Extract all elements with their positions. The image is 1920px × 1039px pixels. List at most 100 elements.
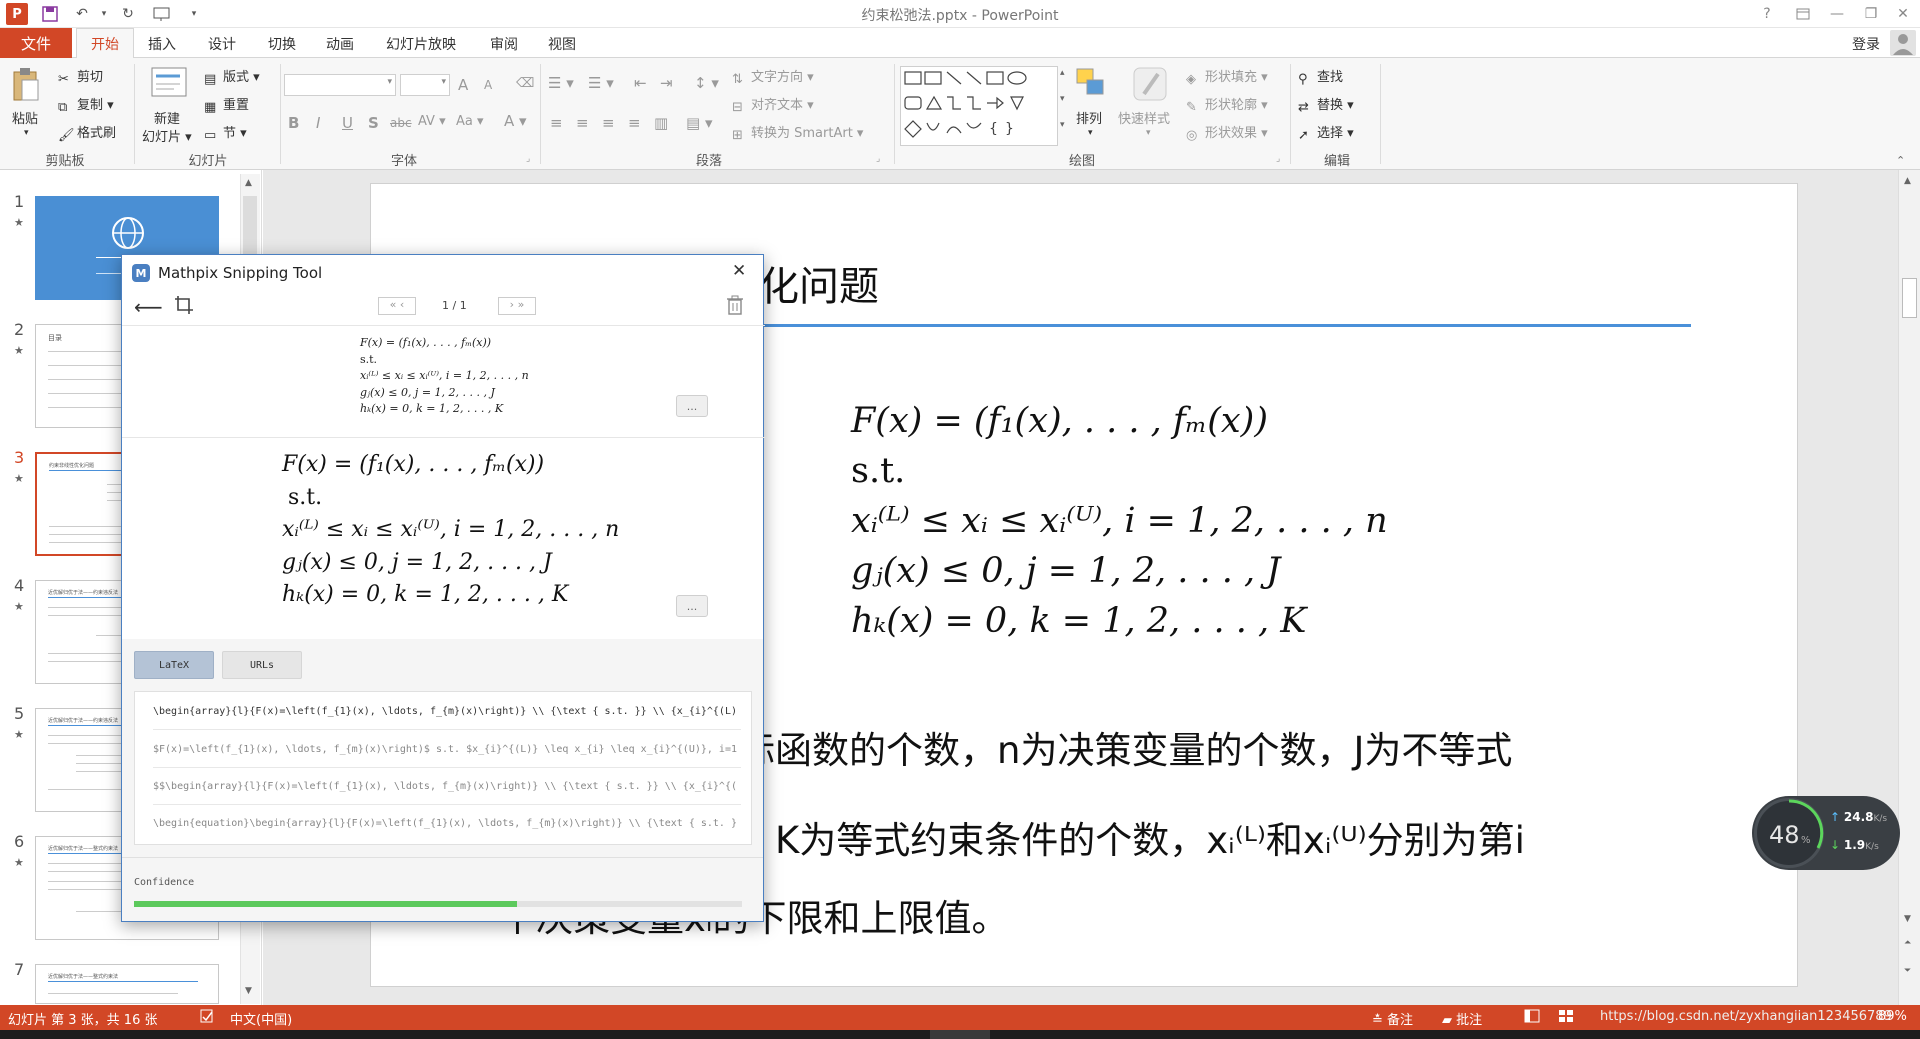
tab-insert[interactable]: 插入	[148, 34, 176, 54]
section-button[interactable]: ▭ 节 ▾	[204, 122, 247, 143]
notes-button[interactable]: ≛ 备注	[1372, 1009, 1413, 1028]
editor-scrollbar[interactable]: ▲ ▼ ⏶ ⏷	[1898, 170, 1920, 1005]
shape-effects-button[interactable]: ◎ 形状效果 ▾	[1186, 122, 1268, 143]
new-slide-icon[interactable]	[150, 66, 188, 104]
shapes-scroll-up-icon[interactable]: ▴	[1060, 68, 1065, 78]
underline-button[interactable]: U	[342, 114, 353, 132]
align-center-icon[interactable]: ≡	[576, 114, 589, 132]
align-right-icon[interactable]: ≡	[602, 114, 615, 132]
previous-slide-icon[interactable]: ⏶	[1904, 938, 1911, 948]
align-left-icon[interactable]: ≡	[550, 114, 563, 132]
close-window-icon[interactable]: ✕	[1888, 2, 1918, 26]
tab-latex[interactable]: LaTeX	[134, 651, 214, 679]
shape-outline-button[interactable]: ✎ 形状轮廓 ▾	[1186, 94, 1268, 115]
copy-button[interactable]: ⧉ 复制 ▾	[58, 94, 114, 115]
network-speed-widget[interactable]: 48 % ↑ 24.8K/s ↓ 1.9K/s	[1752, 796, 1900, 870]
quick-styles-button[interactable]: 快速样式	[1118, 108, 1170, 127]
slide-thumbnail-7[interactable]: 近优解归优于法——整式约束法	[35, 964, 219, 1004]
clear-formatting-icon[interactable]: ⌫	[516, 76, 534, 91]
arrange-dropdown-icon[interactable]: ▾	[1088, 128, 1093, 138]
latex-option[interactable]: \begin{equation}\begin{array}{l}{F(x)=\l…	[153, 806, 741, 842]
first-page-icon[interactable]: « ‹	[378, 297, 416, 315]
tab-slideshow[interactable]: 幻灯片放映	[386, 34, 456, 54]
slide-sorter-icon[interactable]	[1558, 1009, 1574, 1027]
tab-view[interactable]: 视图	[548, 34, 576, 54]
text-direction-button[interactable]: ⇅ 文字方向 ▾	[732, 66, 814, 87]
layout-button[interactable]: ▤ 版式 ▾	[204, 66, 260, 87]
taskbar-item[interactable]	[930, 1030, 990, 1039]
character-spacing-button[interactable]: AV ▾	[418, 114, 446, 129]
paste-dropdown-icon[interactable]: ▾	[24, 128, 29, 138]
find-button[interactable]: ⚲ 查找	[1298, 66, 1343, 87]
tab-review[interactable]: 审阅	[490, 34, 518, 54]
distributed-icon[interactable]: ▥	[654, 114, 668, 132]
slide-formula[interactable]: F(x) = (f₁(x), . . . , fₘ(x)) s.t. xᵢ⁽ᴸ⁾…	[851, 396, 1388, 646]
tab-home[interactable]: 开始	[76, 28, 134, 59]
scroll-up-icon[interactable]: ▲	[245, 178, 252, 188]
slide-body-line[interactable]: 数，K为等式约束条件的个数，xᵢ⁽ᴸ⁾和xᵢ⁽ᵁ⁾分别为第i	[701, 810, 1525, 864]
shrink-font-button[interactable]: A	[484, 78, 492, 92]
avatar[interactable]	[1890, 30, 1916, 56]
strikethrough-button[interactable]: abc	[390, 116, 412, 130]
tab-file[interactable]: 文件	[0, 28, 72, 58]
last-page-icon[interactable]: › »	[498, 297, 536, 315]
scroll-down-icon[interactable]: ▼	[1904, 914, 1911, 924]
more-options-button[interactable]: ...	[676, 595, 708, 617]
numbering-icon[interactable]: ☰ ▾	[588, 74, 614, 92]
latex-option[interactable]: \begin{array}{l}{F(x)=\left(f_{1}(x), \l…	[153, 694, 741, 730]
cut-button[interactable]: ✂ 剪切	[58, 66, 103, 87]
comments-button[interactable]: ▰ 批注	[1442, 1009, 1482, 1028]
shapes-scroll-down-icon[interactable]: ▾	[1060, 94, 1065, 104]
columns-icon[interactable]: ▤ ▾	[686, 114, 712, 132]
grow-font-button[interactable]: A	[458, 76, 468, 94]
tab-design[interactable]: 设计	[208, 34, 236, 54]
restore-icon[interactable]: ❐	[1856, 2, 1886, 26]
arrange-button[interactable]: 排列	[1076, 108, 1102, 127]
collapse-ribbon-icon[interactable]: ⌃	[1896, 154, 1905, 167]
font-color-button[interactable]: A ▾	[504, 112, 527, 130]
tab-transitions[interactable]: 切换	[268, 34, 296, 54]
tab-urls[interactable]: URLs	[222, 651, 302, 679]
bullets-icon[interactable]: ☰ ▾	[548, 74, 574, 92]
increase-indent-icon[interactable]: ⇥	[660, 74, 673, 92]
quick-styles-icon[interactable]	[1130, 64, 1170, 108]
shadow-button[interactable]: S	[368, 114, 379, 132]
italic-button[interactable]: I	[316, 114, 320, 132]
normal-view-icon[interactable]	[1524, 1009, 1540, 1027]
justify-icon[interactable]: ≡	[628, 114, 641, 132]
font-dialog-launcher-icon[interactable]: ⌟	[526, 154, 530, 164]
scroll-down-icon[interactable]: ▼	[245, 986, 252, 996]
shapes-more-icon[interactable]: ▾	[1060, 120, 1065, 130]
paste-icon[interactable]	[10, 66, 46, 106]
bold-button[interactable]: B	[288, 114, 299, 132]
font-family-select[interactable]: ▾	[284, 74, 396, 96]
back-arrow-icon[interactable]: ⟵	[134, 295, 163, 319]
select-button[interactable]: ➚ 选择 ▾	[1298, 122, 1354, 143]
zoom-level[interactable]: 89%	[1878, 1009, 1907, 1024]
new-slide-button[interactable]: 新建	[154, 108, 180, 127]
decrease-indent-icon[interactable]: ⇤	[634, 74, 647, 92]
close-icon[interactable]: ✕	[732, 261, 746, 281]
tab-animations[interactable]: 动画	[326, 34, 354, 54]
line-spacing-icon[interactable]: ↕ ▾	[694, 74, 719, 92]
shapes-gallery[interactable]: {}	[900, 66, 1058, 146]
reset-button[interactable]: ▦ 重置	[204, 94, 249, 115]
paragraph-dialog-launcher-icon[interactable]: ⌟	[876, 154, 880, 164]
slide-body-line[interactable]: 目标函数的个数，n为决策变量的个数，J为不等式	[701, 720, 1512, 774]
shape-fill-button[interactable]: ◈ 形状填充 ▾	[1186, 66, 1268, 87]
quick-styles-dropdown-icon[interactable]: ▾	[1146, 128, 1151, 138]
sign-in-link[interactable]: 登录	[1852, 34, 1880, 54]
scroll-up-icon[interactable]: ▲	[1904, 176, 1911, 186]
font-size-select[interactable]: ▾	[400, 74, 450, 96]
more-options-button[interactable]: ...	[676, 395, 708, 417]
slide-title[interactable]: 化问题	[759, 254, 879, 312]
align-text-button[interactable]: ⊟ 对齐文本 ▾	[732, 94, 814, 115]
help-icon[interactable]: ?	[1752, 2, 1782, 26]
paste-button[interactable]: 粘贴	[12, 108, 38, 127]
arrange-icon[interactable]	[1074, 66, 1108, 106]
trash-icon[interactable]	[726, 295, 744, 315]
drawing-dialog-launcher-icon[interactable]: ⌟	[1276, 154, 1280, 164]
language-indicator[interactable]: 中文(中国)	[230, 1009, 292, 1028]
ribbon-display-options-icon[interactable]	[1788, 2, 1818, 26]
smartart-button[interactable]: ⊞ 转换为 SmartArt ▾	[732, 122, 863, 143]
